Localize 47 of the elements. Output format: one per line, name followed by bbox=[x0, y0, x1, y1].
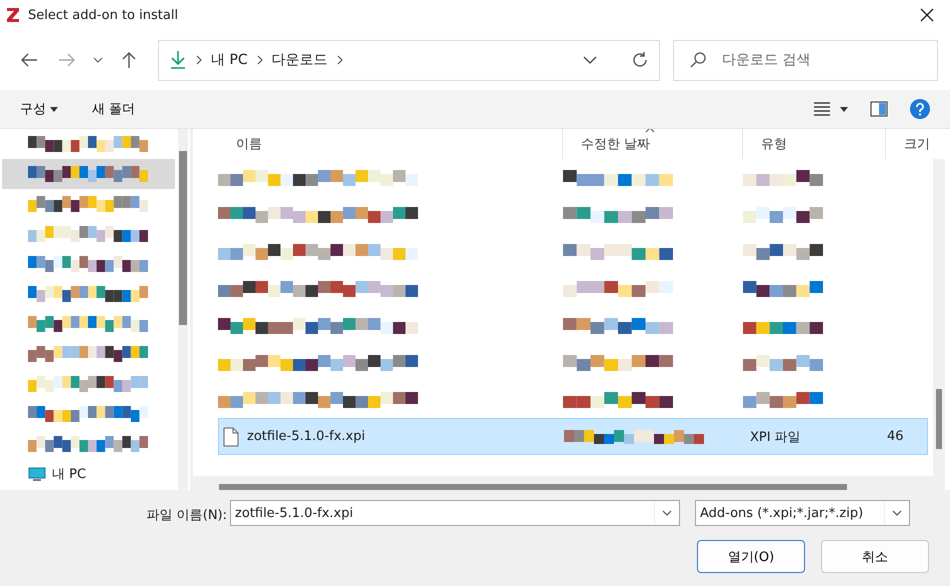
chevron-icon bbox=[256, 55, 264, 65]
file-name: zotfile-5.1.0-fx.xpi bbox=[247, 429, 366, 444]
caret-icon bbox=[50, 106, 58, 112]
file-type: XPI 파일 bbox=[749, 428, 802, 446]
download-icon bbox=[169, 50, 187, 70]
organize-menu[interactable]: 구성 bbox=[20, 100, 58, 118]
computer-icon bbox=[28, 467, 46, 481]
scrollbar[interactable] bbox=[933, 159, 945, 490]
file-row[interactable]: zotfile-5.1.0-fx.xpi XPI 파일 46 bbox=[218, 418, 928, 455]
sidebar-item[interactable] bbox=[2, 159, 175, 189]
column-header[interactable]: 수정한 날짜 bbox=[563, 129, 743, 159]
document-icon bbox=[223, 426, 239, 446]
column-header[interactable]: 유형 bbox=[743, 129, 886, 159]
search-field[interactable]: 다운로드 검색 bbox=[720, 51, 921, 69]
dropdown-icon[interactable] bbox=[840, 106, 848, 112]
sidebar-item[interactable]: 내 PC bbox=[28, 465, 86, 483]
column-header[interactable]: 이름 bbox=[218, 129, 563, 159]
help-icon[interactable] bbox=[910, 99, 930, 119]
chevron-down-icon bbox=[93, 57, 103, 63]
list-view-icon[interactable] bbox=[814, 102, 830, 116]
file-name-field[interactable]: zotfile-5.1.0-fx.xpi bbox=[230, 500, 680, 526]
horizontal-scrollbar[interactable] bbox=[193, 476, 933, 490]
cancel-button[interactable]: 취소 bbox=[821, 540, 929, 573]
file-name-label: 파일 이름(N): bbox=[146, 507, 228, 524]
search-icon bbox=[690, 52, 706, 68]
refresh-icon[interactable] bbox=[631, 51, 649, 69]
arrow-left-icon bbox=[20, 53, 38, 67]
new-folder-button[interactable]: 새 폴더 bbox=[92, 100, 136, 118]
chevron-down-icon bbox=[662, 510, 672, 516]
chevron-down-icon bbox=[892, 510, 902, 516]
breadcrumb[interactable]: 내 PC bbox=[211, 51, 248, 69]
app-icon bbox=[6, 7, 20, 23]
open-button[interactable]: 열기(O) bbox=[697, 540, 805, 573]
chevron-icon bbox=[195, 55, 203, 65]
arrow-up-icon bbox=[121, 51, 137, 69]
chevron-icon bbox=[336, 55, 344, 65]
address-bar[interactable]: 내 PC 다운로드 bbox=[158, 40, 660, 80]
dropdown-icon[interactable] bbox=[583, 56, 597, 64]
file-size: 46 bbox=[887, 429, 905, 444]
search-box[interactable]: 다운로드 검색 bbox=[673, 40, 938, 80]
preview-pane-icon[interactable] bbox=[870, 101, 888, 117]
window-title: Select add-on to install bbox=[28, 8, 178, 22]
file-type-dropdown[interactable]: Add-ons (*.xpi;*.jar;*.zip) bbox=[695, 500, 910, 526]
breadcrumb[interactable]: 다운로드 bbox=[272, 51, 328, 69]
scrollbar[interactable] bbox=[178, 129, 188, 490]
arrow-right-icon bbox=[58, 53, 76, 67]
close-icon bbox=[920, 8, 934, 22]
